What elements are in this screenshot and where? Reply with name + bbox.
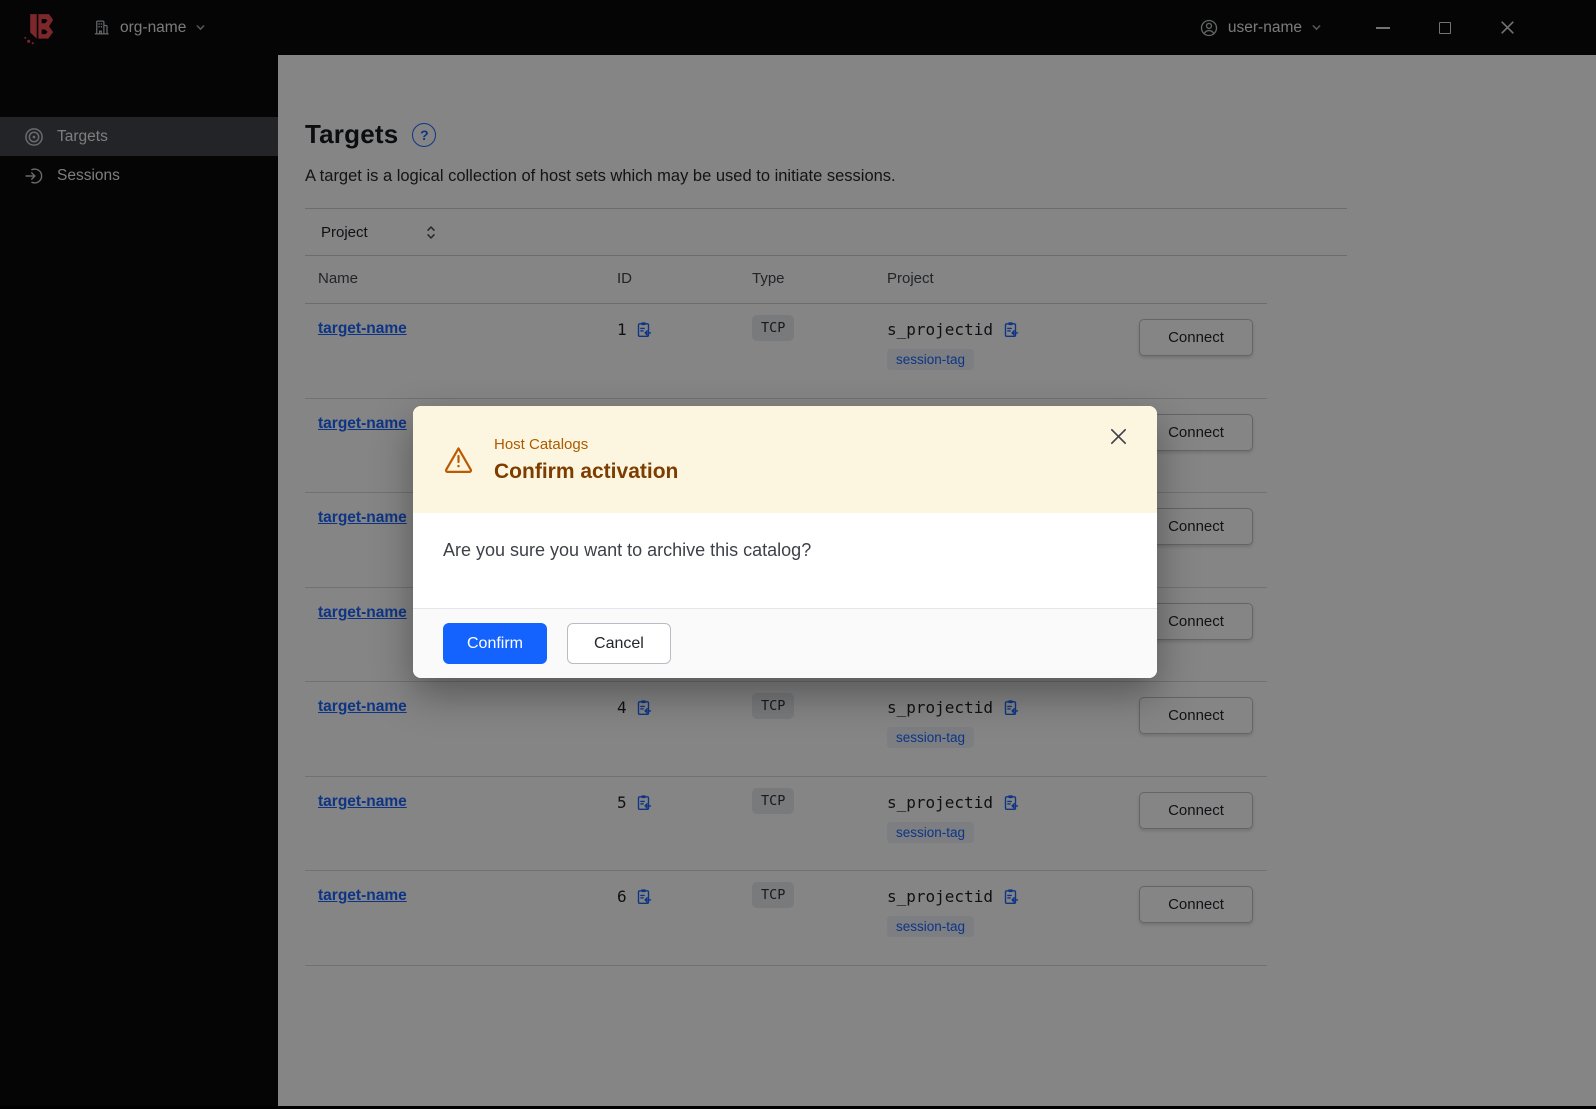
confirm-button[interactable]: Confirm [443, 623, 548, 664]
warning-icon [443, 444, 474, 475]
modal-context-label: Host Catalogs [494, 435, 589, 453]
modal-message: Are you sure you want to archive this ca… [443, 540, 812, 560]
modal-title: Confirm activation [494, 459, 679, 483]
modal-header: Host Catalogs Confirm activation [413, 406, 1157, 513]
close-icon[interactable] [1110, 428, 1127, 445]
app-window: org-name user-name Targets Sessions Targ… [0, 0, 1596, 1109]
modal-body: Are you sure you want to archive this ca… [413, 513, 1157, 608]
confirm-modal: Host Catalogs Confirm activation Are you… [413, 406, 1157, 678]
cancel-button[interactable]: Cancel [567, 623, 671, 664]
modal-footer: Confirm Cancel [413, 608, 1157, 678]
